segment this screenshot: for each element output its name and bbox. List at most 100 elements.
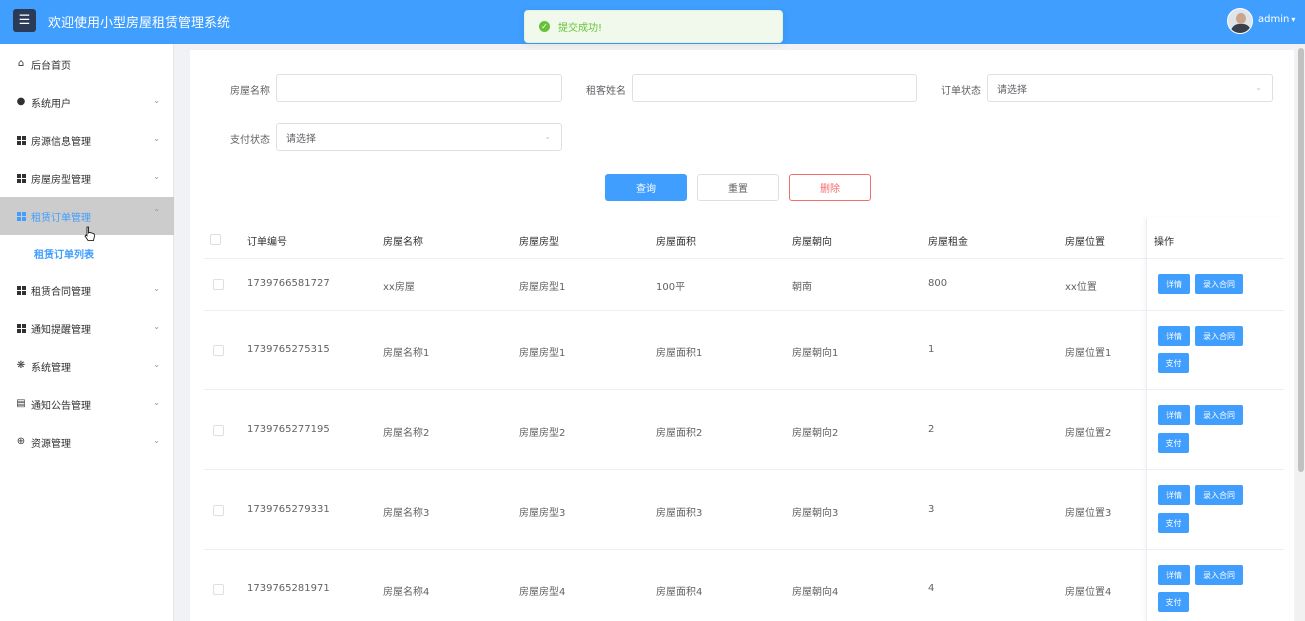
order-status-select[interactable]: 请选择 ⌄ xyxy=(987,74,1273,102)
enter-contract-button[interactable]: 录入合同 xyxy=(1195,405,1243,425)
sidebar-item-label: 系统用户 xyxy=(31,98,71,110)
detail-button[interactable]: 详情 xyxy=(1158,565,1190,585)
app-title: 欢迎使用小型房屋租赁管理系统 xyxy=(48,16,231,31)
sidebar-item-label: 系统管理 xyxy=(31,362,71,374)
pay-status-placeholder: 请选择 xyxy=(286,133,316,145)
delete-button[interactable]: 删除 xyxy=(789,174,871,201)
house-name-input[interactable] xyxy=(276,74,562,102)
cell-house-location: xx位置 xyxy=(1065,282,1097,293)
pay-status-label: 支付状态 xyxy=(230,135,270,146)
cell-house-orientation: 房屋朝向3 xyxy=(792,508,839,519)
chevron-down-icon: ⌄ xyxy=(153,134,160,143)
enter-contract-button[interactable]: 录入合同 xyxy=(1195,565,1243,585)
header-house-type: 房屋房型 xyxy=(519,237,559,248)
chevron-up-icon: ⌃ xyxy=(153,208,160,217)
query-button[interactable]: 查询 xyxy=(605,174,687,201)
cell-house-type: 房屋房型4 xyxy=(519,587,566,598)
chevron-down-icon: ⌄ xyxy=(153,96,160,105)
sidebar-item-home[interactable]: ⌂ 后台首页 xyxy=(0,45,174,83)
house-name-label: 房屋名称 xyxy=(230,86,270,97)
select-all-checkbox[interactable] xyxy=(210,234,221,245)
header-house-name: 房屋名称 xyxy=(383,237,423,248)
header-house-location: 房屋位置 xyxy=(1065,237,1105,248)
header-house-rent: 房屋租金 xyxy=(928,237,968,248)
cell-house-type: 房屋房型1 xyxy=(519,282,566,293)
reset-button[interactable]: 重置 xyxy=(697,174,779,201)
row-checkbox[interactable] xyxy=(213,279,224,290)
cell-house-rent: 1 xyxy=(928,344,935,355)
pay-status-select[interactable]: 请选择 ⌄ xyxy=(276,123,562,151)
enter-contract-button[interactable]: 录入合同 xyxy=(1195,326,1243,346)
grid-icon xyxy=(16,135,26,145)
cell-house-rent: 2 xyxy=(928,424,935,435)
cell-house-type: 房屋房型3 xyxy=(519,508,566,519)
sidebar-item-system-users[interactable]: ● 系统用户 ⌄ xyxy=(0,83,174,121)
sidebar-item-house-type[interactable]: 房屋房型管理 ⌄ xyxy=(0,159,174,197)
cell-order-id: 1739766581727 xyxy=(247,278,330,289)
cell-house-type: 房屋房型1 xyxy=(519,348,566,359)
sidebar-item-contracts[interactable]: 租赁合同管理 ⌄ xyxy=(0,271,174,309)
detail-button[interactable]: 详情 xyxy=(1158,405,1190,425)
header-order-id: 订单编号 xyxy=(247,237,287,248)
row-checkbox[interactable] xyxy=(213,584,224,595)
user-menu[interactable]: admin ▾ xyxy=(1258,14,1295,25)
sidebar-item-system[interactable]: ❋ 系统管理 ⌄ xyxy=(0,347,174,385)
page-scrollbar[interactable] xyxy=(1297,44,1305,621)
sidebar-item-house-info[interactable]: 房源信息管理 ⌄ xyxy=(0,121,174,159)
cell-house-name: 房屋名称4 xyxy=(383,587,430,598)
cell-order-id: 1739765281971 xyxy=(247,583,330,594)
cell-house-location: 房屋位置4 xyxy=(1065,587,1112,598)
tenant-name-input[interactable] xyxy=(632,74,917,102)
row-checkbox[interactable] xyxy=(213,505,224,516)
hamburger-icon[interactable]: ☰ xyxy=(13,9,36,32)
avatar[interactable] xyxy=(1227,8,1253,34)
detail-button[interactable]: 详情 xyxy=(1158,485,1190,505)
row-divider xyxy=(204,469,1284,470)
detail-button[interactable]: 详情 xyxy=(1158,326,1190,346)
cell-house-orientation: 房屋朝向4 xyxy=(792,587,839,598)
header-operations: 操作 xyxy=(1154,237,1174,248)
sidebar-item-label: 后台首页 xyxy=(31,60,71,72)
detail-button[interactable]: 详情 xyxy=(1158,274,1190,294)
grid-icon xyxy=(16,323,26,333)
document-icon: ▤ xyxy=(16,398,26,409)
cell-house-location: 房屋位置3 xyxy=(1065,508,1112,519)
cell-house-name: 房屋名称2 xyxy=(383,428,430,439)
grid-icon xyxy=(16,211,26,221)
chevron-down-icon: ⌄ xyxy=(153,398,160,407)
cell-order-id: 1739765279331 xyxy=(247,504,330,515)
pay-button[interactable]: 支付 xyxy=(1158,433,1189,453)
sidebar-item-notifications[interactable]: 通知提醒管理 ⌄ xyxy=(0,309,174,347)
chevron-down-icon: ⌄ xyxy=(153,360,160,369)
sidebar-item-label: 房屋房型管理 xyxy=(31,174,91,186)
enter-contract-button[interactable]: 录入合同 xyxy=(1195,274,1243,294)
row-checkbox[interactable] xyxy=(213,345,224,356)
table-header: 订单编号 房屋名称 房屋房型 房屋面积 房屋朝向 房屋租金 房屋位置 xyxy=(204,218,1284,259)
toast-message: 提交成功! xyxy=(558,23,603,34)
order-status-placeholder: 请选择 xyxy=(997,84,1027,96)
sidebar-item-announcements[interactable]: ▤ 通知公告管理 ⌄ xyxy=(0,385,174,423)
user-name: admin xyxy=(1258,14,1290,25)
cell-house-orientation: 房屋朝向1 xyxy=(792,348,839,359)
cell-house-orientation: 房屋朝向2 xyxy=(792,428,839,439)
enter-contract-button[interactable]: 录入合同 xyxy=(1195,485,1243,505)
pay-button[interactable]: 支付 xyxy=(1158,592,1189,612)
scrollbar-thumb[interactable] xyxy=(1298,48,1304,472)
pay-button[interactable]: 支付 xyxy=(1158,513,1189,533)
avatar-head xyxy=(1236,13,1246,24)
user-icon: ● xyxy=(16,96,26,107)
header-house-orientation: 房屋朝向 xyxy=(792,237,832,248)
cell-house-rent: 800 xyxy=(928,278,948,289)
avatar-body xyxy=(1231,24,1251,33)
sidebar-item-label: 通知公告管理 xyxy=(31,400,91,412)
pay-button[interactable]: 支付 xyxy=(1158,353,1189,373)
cell-house-type: 房屋房型2 xyxy=(519,428,566,439)
cell-house-name: xx房屋 xyxy=(383,282,415,293)
sidebar-item-resources[interactable]: ⊕ 资源管理 ⌄ xyxy=(0,423,174,461)
sidebar-item-label: 租赁订单管理 xyxy=(31,212,91,224)
sidebar-item-label: 资源管理 xyxy=(31,438,71,450)
header-house-area: 房屋面积 xyxy=(656,237,696,248)
cell-house-area: 房屋面积4 xyxy=(656,587,703,598)
cell-house-location: 房屋位置2 xyxy=(1065,428,1112,439)
row-checkbox[interactable] xyxy=(213,425,224,436)
